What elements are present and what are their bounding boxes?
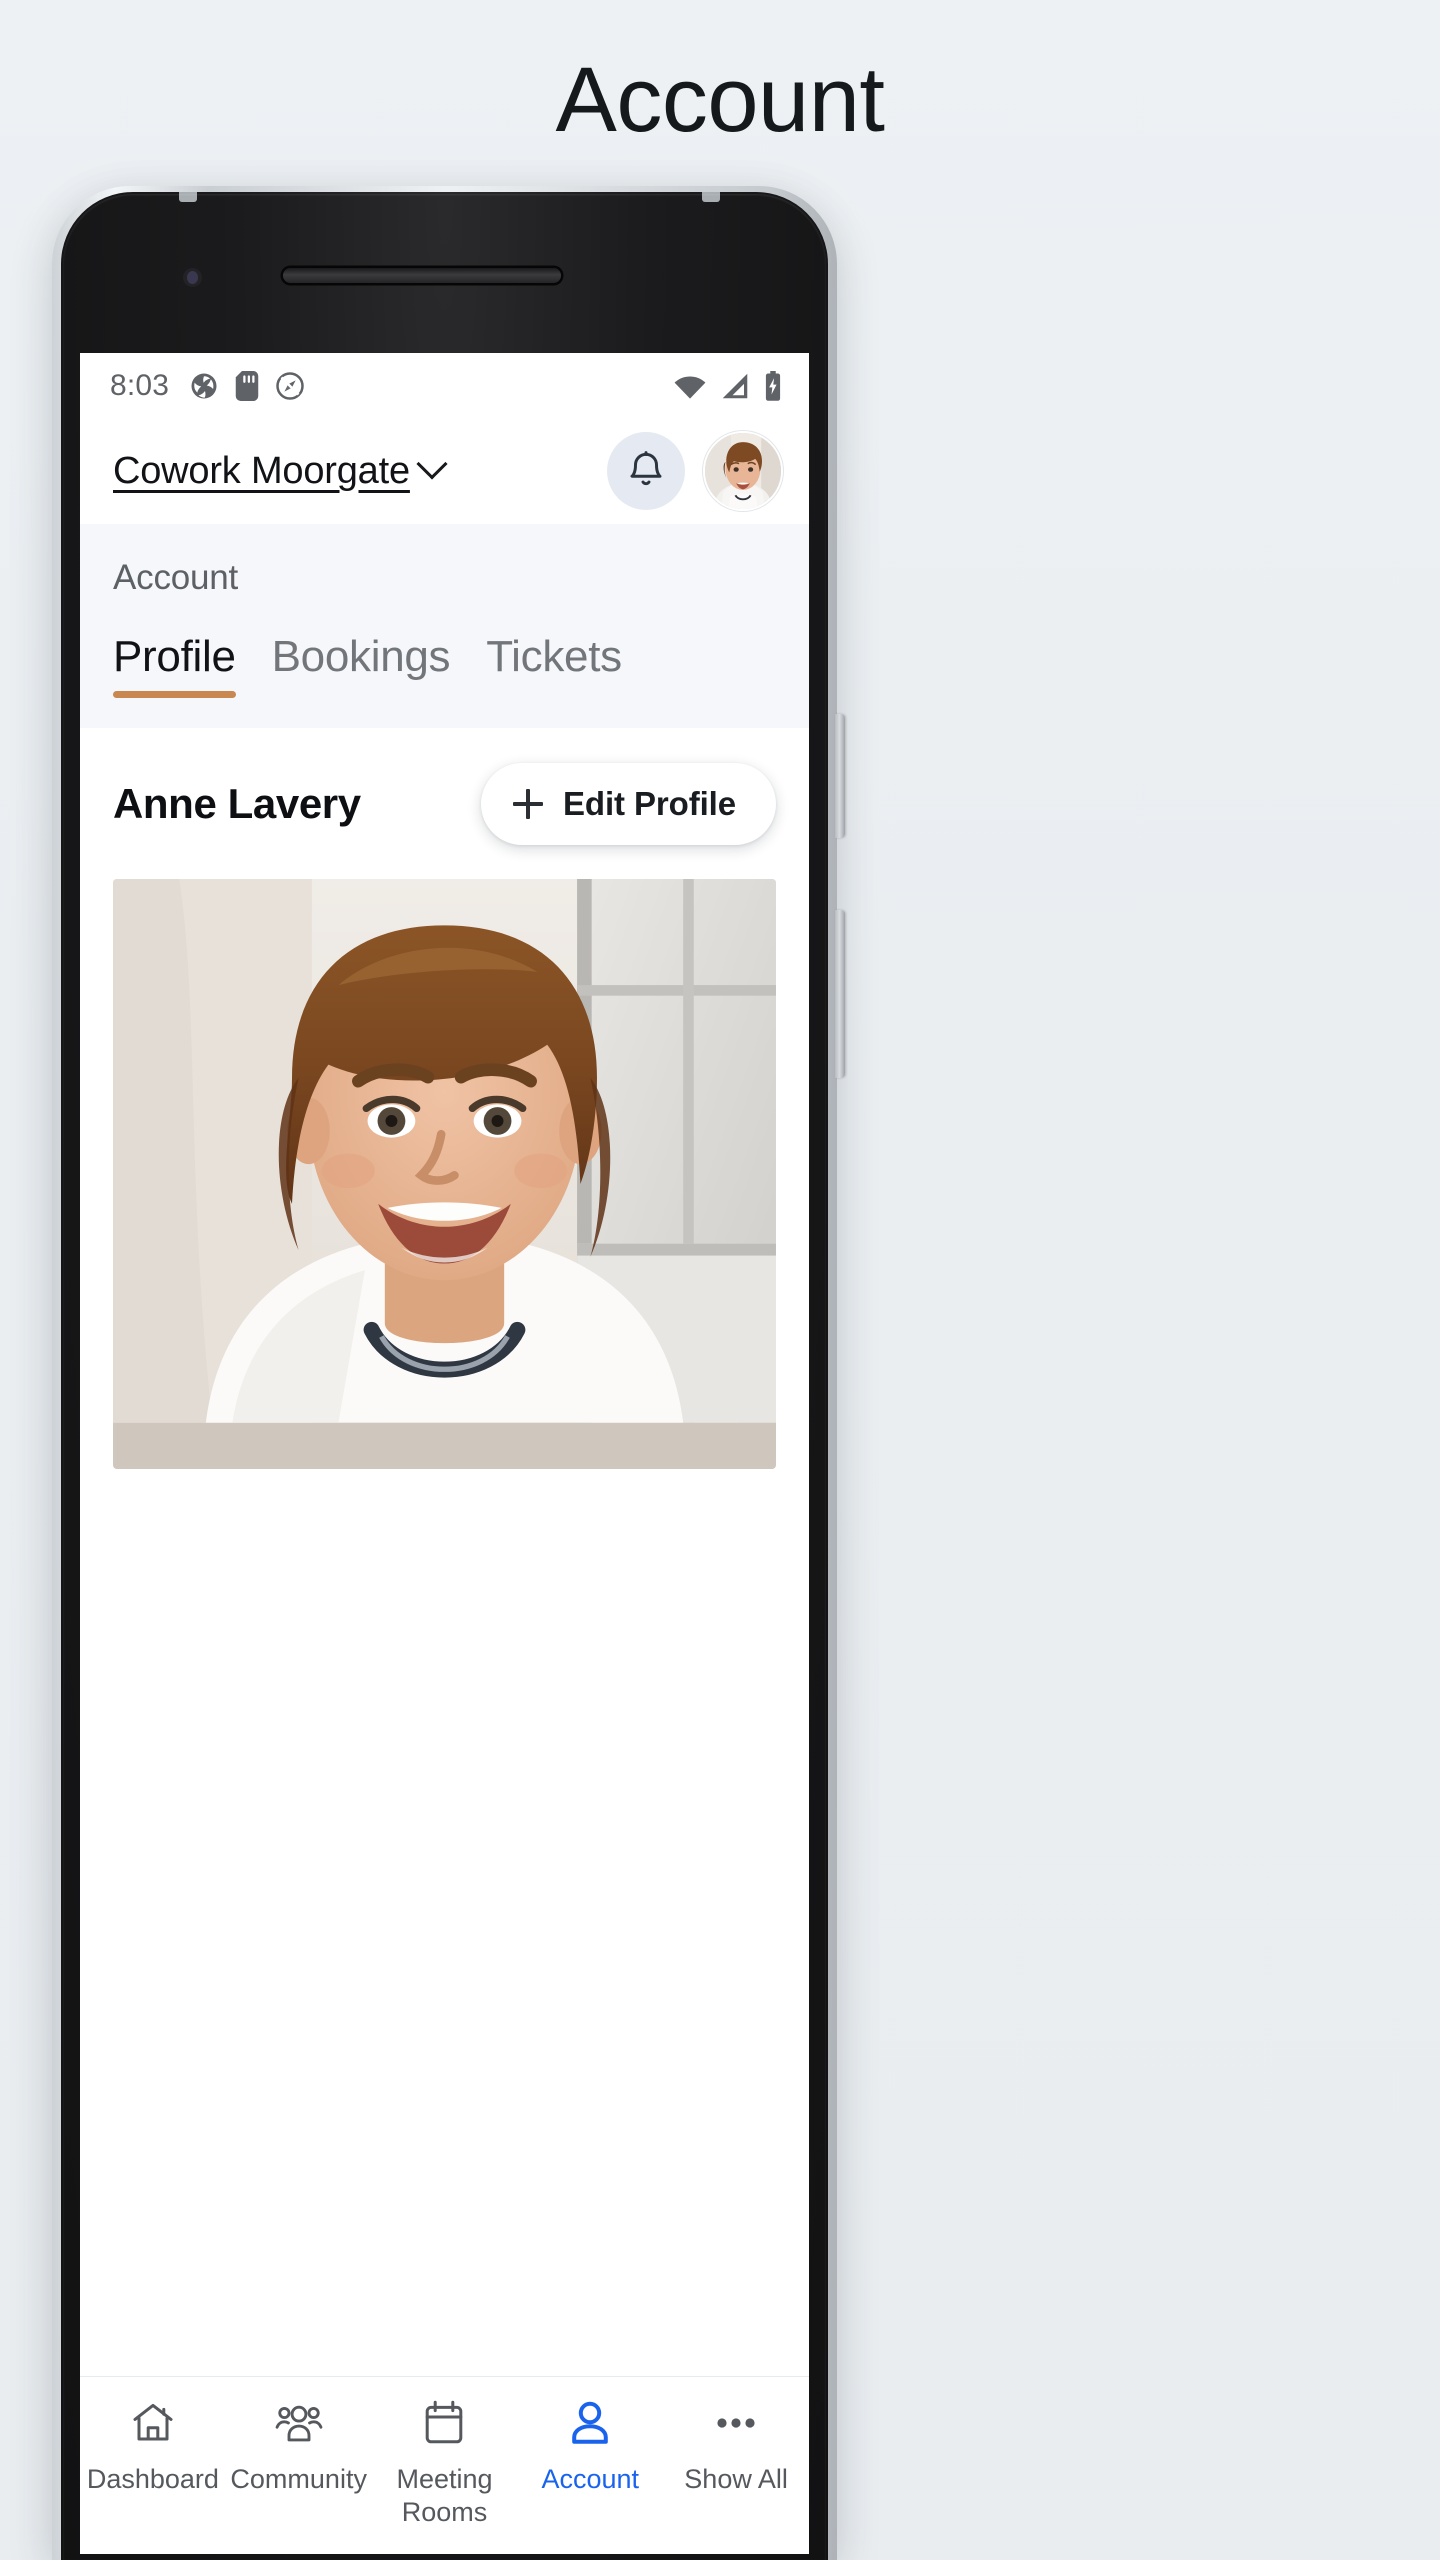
earpiece-speaker [283, 268, 561, 283]
profile-photo[interactable] [113, 879, 776, 1469]
person-icon [567, 2397, 613, 2449]
edit-profile-button[interactable]: Edit Profile [481, 763, 776, 845]
phone-screen: 8:03 Cowork Moorgate Account Profile Boo… [80, 353, 809, 2554]
section-label: Account [113, 558, 239, 597]
power-button[interactable] [835, 910, 845, 1078]
status-bar-system-icons [673, 370, 783, 401]
plus-icon [513, 789, 543, 819]
antenna-nub-left [179, 192, 197, 202]
tab-profile[interactable]: Profile [113, 632, 236, 706]
bell-icon [630, 451, 662, 486]
phone-device-mockup: 8:03 Cowork Moorgate Account Profile Boo… [52, 186, 1390, 2560]
nav-label-meeting-rooms: Meeting Rooms [396, 2464, 493, 2527]
page-root: Account 8:03 Cowork Moorgate Account Pro… [0, 0, 1440, 2560]
edit-profile-label: Edit Profile [563, 785, 736, 822]
page-title: Account [555, 49, 885, 151]
cellular-signal-icon [722, 373, 748, 398]
calendar-icon [422, 2397, 466, 2449]
site-name-label: Cowork Moorgate [113, 449, 410, 492]
location-off-icon [276, 371, 304, 400]
site-selector[interactable]: Cowork Moorgate [113, 447, 448, 493]
bottom-navigation-bar: Dashboard Community Meeting Rooms Accoun… [80, 2376, 809, 2554]
nav-item-show-all[interactable]: Show All [663, 2397, 809, 2496]
header-actions [607, 431, 783, 511]
chevron-down-icon [416, 447, 448, 480]
avatar-photo [705, 433, 781, 509]
avatar[interactable] [703, 431, 783, 511]
nav-item-community[interactable]: Community [226, 2397, 372, 2496]
nav-item-account[interactable]: Account [517, 2397, 663, 2496]
wifi-icon [674, 375, 706, 399]
nav-label-community: Community [230, 2464, 367, 2494]
nav-item-meeting-rooms[interactable]: Meeting Rooms [372, 2397, 518, 2529]
nav-label-account: Account [541, 2464, 640, 2494]
account-section-band: Account Profile Bookings Tickets [80, 524, 809, 706]
nav-label-show-all: Show All [684, 2464, 788, 2494]
antenna-nub-right [702, 192, 720, 202]
profile-photo-image [113, 879, 776, 1423]
nav-label-dashboard: Dashboard [86, 2464, 219, 2494]
ellipsis-icon [710, 2397, 762, 2449]
battery-charging-icon [765, 370, 781, 401]
app-header: Cowork Moorgate [80, 418, 809, 524]
volume-button[interactable] [835, 714, 845, 838]
tab-bookings[interactable]: Bookings [272, 632, 451, 706]
status-bar: 8:03 [80, 353, 809, 418]
profile-name: Anne Lavery [113, 780, 361, 827]
tab-bar: Profile Bookings Tickets [80, 598, 809, 706]
home-icon [129, 2397, 177, 2449]
camera-shutter-icon [191, 373, 217, 398]
profile-header-row: Anne Lavery Edit Profile [80, 728, 809, 873]
status-bar-notification-icons [189, 370, 305, 401]
sd-card-icon [235, 370, 259, 401]
nav-item-dashboard[interactable]: Dashboard [80, 2397, 226, 2496]
people-icon [274, 2397, 324, 2449]
section-band-spacer [80, 706, 809, 728]
notifications-button[interactable] [607, 432, 685, 510]
front-camera-icon [180, 265, 205, 290]
tab-tickets[interactable]: Tickets [486, 632, 622, 706]
status-bar-clock: 8:03 [110, 368, 170, 402]
